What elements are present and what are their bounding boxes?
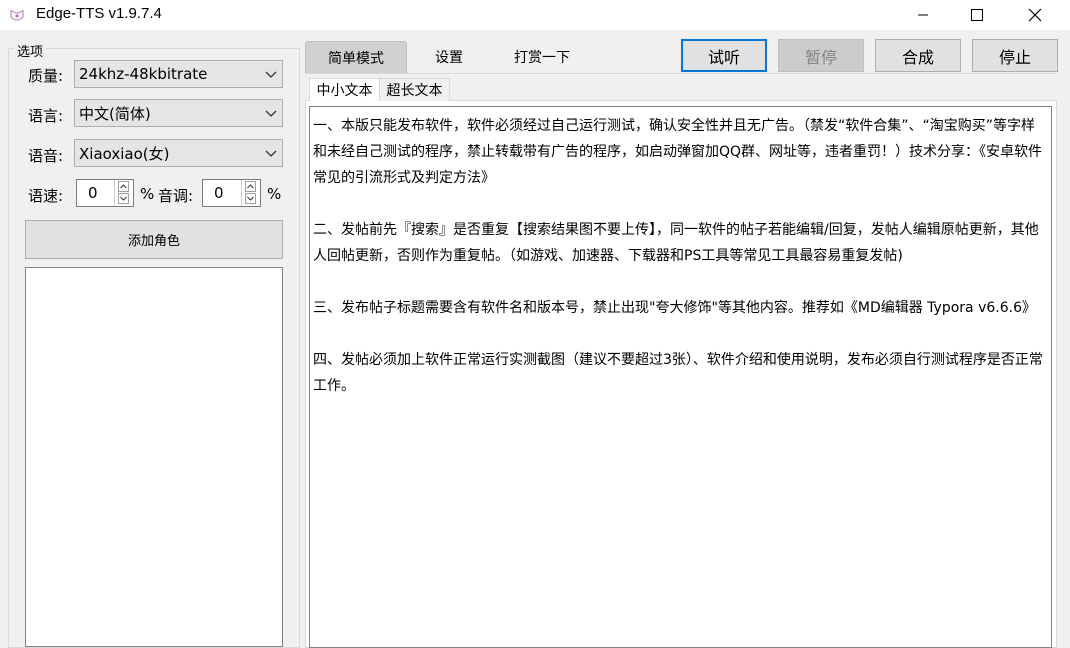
tab-settings[interactable]: 设置 <box>420 41 478 73</box>
quality-label: 质量: <box>28 67 64 85</box>
tab-simple-mode[interactable]: 简单模式 <box>305 41 407 73</box>
speed-spinbox[interactable]: 0 <box>76 179 134 207</box>
stop-button[interactable]: 停止 <box>972 39 1058 72</box>
pitch-unit: % <box>267 185 282 203</box>
pitch-spinbox[interactable]: 0 <box>202 179 261 207</box>
chevron-down-icon <box>265 110 277 117</box>
speed-label: 语速: <box>28 187 64 205</box>
options-group-title: 选项 <box>14 41 47 60</box>
arrow-down-icon <box>247 196 254 201</box>
maximize-icon <box>971 9 983 21</box>
app-icon <box>9 7 25 23</box>
language-value: 中文(简体) <box>79 104 151 123</box>
pitch-value: 0 <box>214 184 224 202</box>
arrow-down-icon <box>120 196 127 201</box>
quality-select[interactable]: 24khz-48kbitrate <box>74 60 283 88</box>
listen-button[interactable]: 试听 <box>681 39 767 72</box>
minimize-button[interactable] <box>900 0 946 30</box>
speed-unit: % <box>140 185 155 203</box>
arrow-up-icon <box>247 184 254 189</box>
role-list[interactable] <box>25 267 283 647</box>
tab-medium-text[interactable]: 中小文本 <box>309 78 380 101</box>
speed-arrows <box>114 180 133 206</box>
add-role-button[interactable]: 添加角色 <box>25 220 283 259</box>
pitch-up-button[interactable] <box>245 181 256 192</box>
language-label: 语言: <box>28 107 64 125</box>
arrow-up-icon <box>120 184 127 189</box>
pitch-arrows <box>241 180 260 206</box>
speed-down-button[interactable] <box>118 193 129 204</box>
text-content: 一、本版只能发布软件，软件必须经过自己运行测试，确认安全性并且无广告。（禁发“软… <box>313 118 1043 394</box>
voice-value: Xiaoxiao(女) <box>79 144 170 163</box>
pause-button[interactable]: 暂停 <box>778 39 864 72</box>
tab-long-text[interactable]: 超长文本 <box>380 78 450 101</box>
close-button[interactable] <box>1012 0 1058 30</box>
minimize-icon <box>918 14 928 16</box>
speed-value: 0 <box>88 184 98 202</box>
pitch-label: 音调: <box>158 187 194 205</box>
pitch-down-button[interactable] <box>245 193 256 204</box>
voice-label: 语音: <box>28 147 64 165</box>
language-select[interactable]: 中文(简体) <box>74 99 283 127</box>
text-input-area[interactable]: 一、本版只能发布软件，软件必须经过自己运行测试，确认安全性并且无广告。（禁发“软… <box>309 106 1052 648</box>
window-title: Edge-TTS v1.9.7.4 <box>36 5 162 22</box>
title-bar: Edge-TTS v1.9.7.4 <box>0 0 1070 30</box>
synthesize-button[interactable]: 合成 <box>875 39 961 72</box>
quality-value: 24khz-48kbitrate <box>79 65 208 83</box>
maximize-button[interactable] <box>954 0 1000 30</box>
speed-up-button[interactable] <box>118 181 129 192</box>
tab-bar-divider <box>305 73 1057 74</box>
voice-select[interactable]: Xiaoxiao(女) <box>74 139 283 167</box>
close-icon <box>1028 8 1042 22</box>
tab-donate[interactable]: 打赏一下 <box>500 41 584 73</box>
chevron-down-icon <box>265 150 277 157</box>
chevron-down-icon <box>265 71 277 78</box>
